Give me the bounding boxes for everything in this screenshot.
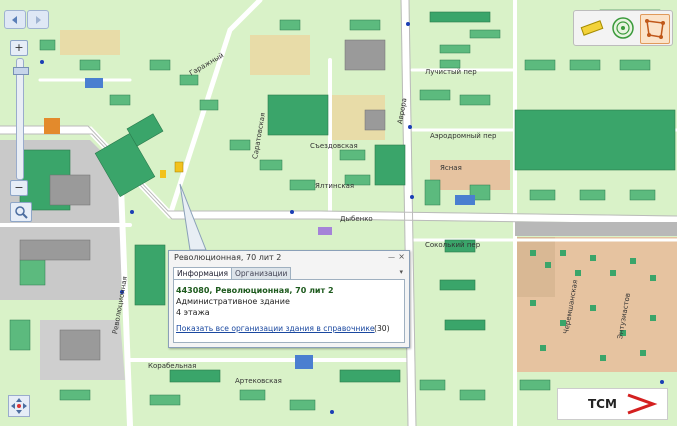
zoom-out-button[interactable]: − <box>10 180 28 196</box>
pan-button[interactable] <box>8 395 30 417</box>
bus-stop-marker[interactable] <box>660 380 664 384</box>
history-nav <box>4 10 52 29</box>
radar-icon <box>612 17 634 39</box>
magnifier-icon <box>15 206 28 219</box>
zoom-area-button[interactable] <box>10 202 32 222</box>
building-floors: 4 этажа <box>176 308 210 317</box>
street-label: Дыбенко <box>340 215 373 223</box>
tab-info[interactable]: Информация <box>173 267 233 279</box>
arrow-right-icon <box>36 15 41 24</box>
popup-title: Революционная, 70 лит 2 <box>174 253 282 262</box>
street-label: Лучистый пер <box>425 68 477 76</box>
tab-organizations[interactable]: Организации <box>231 267 292 279</box>
popup-pointer <box>179 183 207 251</box>
show-organizations-link[interactable]: Показать все организации здания в справо… <box>176 324 375 333</box>
street-label: Соколький пер <box>425 241 481 249</box>
logo-text: ТСМ <box>588 397 617 411</box>
chevron-down-icon[interactable]: ▾ <box>399 268 403 276</box>
popup-close-button[interactable]: × <box>398 252 405 261</box>
bus-stop-marker[interactable] <box>408 125 412 129</box>
building-address: 443080, Революционная, 70 лит 2 <box>176 286 334 295</box>
map-view[interactable]: Гаражный Саратовская Аврора Лучистый пер… <box>0 0 677 426</box>
street-label: Корабельная <box>148 362 197 370</box>
building-type: Административное здание <box>176 297 290 306</box>
street-label: Аэродромный пер <box>430 132 497 140</box>
brand-logo: ТСМ <box>557 388 668 420</box>
bus-stop-marker[interactable] <box>290 210 294 214</box>
back-button[interactable] <box>4 10 26 29</box>
bus-stop-marker[interactable] <box>406 22 410 26</box>
street-label: Ясная <box>440 164 462 172</box>
organization-count: (30) <box>374 324 390 333</box>
zoom-control: + − <box>10 40 29 200</box>
bus-stop-marker[interactable] <box>410 195 414 199</box>
map-canvas <box>0 0 677 426</box>
street-label: Артековская <box>235 377 282 385</box>
popup-body: 443080, Революционная, 70 лит 2 Админист… <box>173 279 405 343</box>
radar-tool-button[interactable] <box>609 14 637 42</box>
ruler-tool-button[interactable] <box>578 14 606 42</box>
zoom-slider-thumb[interactable] <box>13 67 29 75</box>
street-label: Съездовская <box>310 142 358 150</box>
zoom-in-button[interactable]: + <box>10 40 28 56</box>
bus-stop-marker[interactable] <box>40 60 44 64</box>
map-tools-panel <box>573 10 673 46</box>
forward-button[interactable] <box>27 10 49 29</box>
arrow-left-icon <box>12 15 17 24</box>
ruler-icon <box>580 20 604 36</box>
polygon-icon <box>645 19 665 39</box>
street-label: Ялтинская <box>315 182 355 190</box>
zoom-slider-track[interactable] <box>13 58 29 180</box>
bus-stop-marker[interactable] <box>130 210 134 214</box>
popup-minimize-button[interactable]: — <box>388 253 395 261</box>
area-tool-button[interactable] <box>640 14 670 44</box>
move-icon <box>11 398 27 414</box>
bus-stop-marker[interactable] <box>330 410 334 414</box>
building-info-popup: Революционная, 70 лит 2 — × Информация О… <box>168 250 410 348</box>
